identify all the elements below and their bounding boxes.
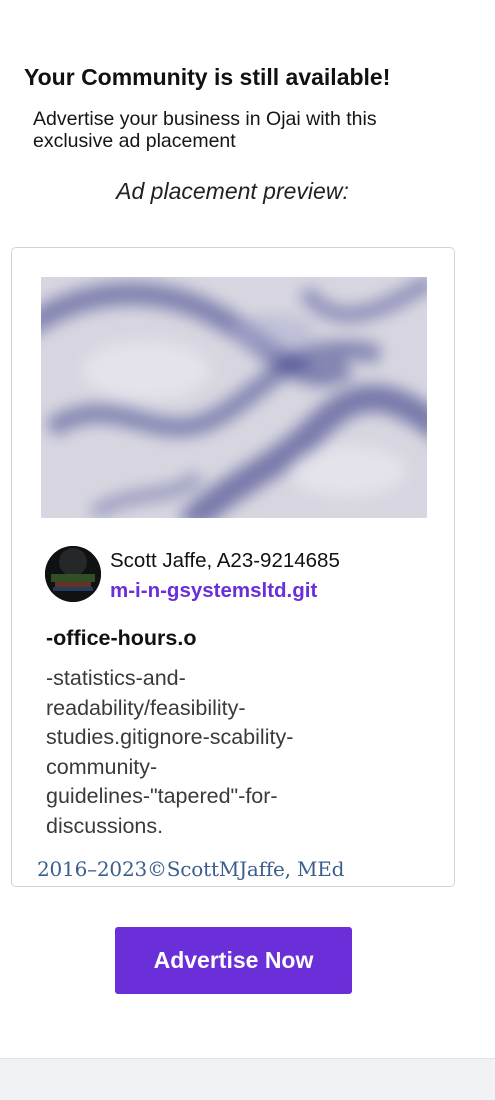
avatar[interactable] (45, 546, 101, 602)
preview-label: Ad placement preview: (116, 178, 349, 204)
promo-headline: Your Community is still available! (24, 64, 391, 90)
post-body: -statistics-and- readability/feasibility… (46, 666, 294, 838)
blurred-photo (41, 277, 427, 518)
ad-promo-page: Your Community is still available! Adver… (0, 0, 495, 1058)
ad-preview-card: Scott Jaffe, A23-9214685 m-i-n-gsystemsl… (11, 247, 455, 887)
author-link[interactable]: m-i-n-gsystemsltd.git (110, 579, 317, 603)
advertise-now-button[interactable]: Advertise Now (115, 927, 352, 994)
profile-avatar (45, 546, 101, 602)
post-title: -office-hours.o (46, 626, 197, 650)
copyright-text: 2016–2023©ScottMJaffe, MEd (37, 857, 345, 881)
ad-author-row: Scott Jaffe, A23-9214685 m-i-n-gsystemsl… (45, 546, 445, 606)
footer-band (0, 1058, 495, 1100)
promo-subtitle: Advertise your business in Ojai with thi… (33, 108, 377, 152)
author-name: Scott Jaffe, A23-9214685 (110, 549, 340, 572)
ad-image (41, 277, 427, 518)
